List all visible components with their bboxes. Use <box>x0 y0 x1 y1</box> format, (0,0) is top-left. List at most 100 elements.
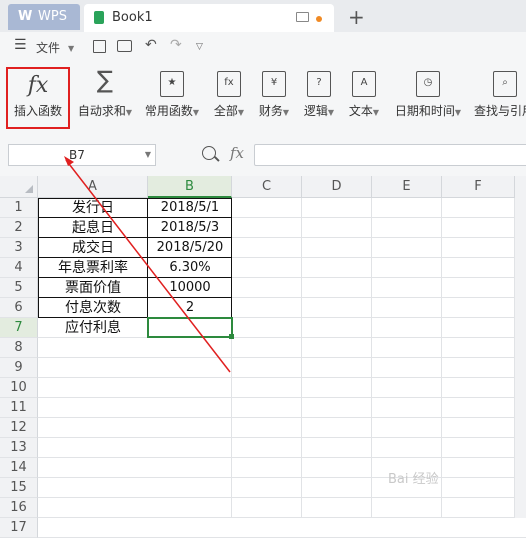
menu-bar: ☰ 文件 ▼ ↶ ↷ ▽ <box>0 32 526 62</box>
cell-b3[interactable]: 2018/5/20 <box>148 238 232 258</box>
row-header-13[interactable]: 13 <box>0 438 38 458</box>
quick-access-chevron-icon[interactable]: ▽ <box>196 42 203 52</box>
row-header-4[interactable]: 4 <box>0 258 38 278</box>
zoom-icon[interactable] <box>202 146 216 160</box>
cell-a4[interactable]: 年息票利率 <box>38 258 148 278</box>
all-fx-icon: fx <box>217 71 241 97</box>
column-header-c[interactable]: C <box>232 176 302 198</box>
undo-icon[interactable]: ↶ <box>145 37 157 53</box>
datetime-label: 日期和时间 <box>394 104 455 118</box>
wps-tab-label: WPS <box>38 9 67 24</box>
table-border-v <box>231 198 232 318</box>
row-header-16[interactable]: 16 <box>0 498 38 518</box>
cell-b1[interactable]: 2018/5/1 <box>148 198 232 218</box>
spreadsheet-grid[interactable]: ABCDEF 1 2 3 4 5 6 7 8 9 10 11 12 13 14 15 16 17 发行日 起息日成… <box>0 176 526 538</box>
row-header-10[interactable]: 10 <box>0 378 38 398</box>
cell-a7[interactable]: 应付利息 <box>38 318 148 338</box>
menu-icon[interactable]: ☰ <box>14 37 27 53</box>
row-gridline <box>38 357 526 358</box>
row-gridline <box>38 457 526 458</box>
text-functions-label: 文本 <box>348 104 373 118</box>
new-tab-button[interactable]: + <box>348 5 365 29</box>
cell-a3[interactable]: 成交日 <box>38 238 148 258</box>
table-border-h <box>38 198 232 199</box>
row-header-1[interactable]: 1 <box>0 198 38 218</box>
common-functions-button[interactable]: ★ 常用函数▼ <box>140 62 204 132</box>
row-gridline <box>38 437 526 438</box>
cell-a6[interactable]: 付息次数 <box>38 298 148 318</box>
formula-input[interactable] <box>254 144 526 166</box>
autosum-button[interactable]: ∑ 自动求和▼ <box>74 62 136 132</box>
file-menu[interactable]: 文件 <box>36 39 60 56</box>
column-header-e[interactable]: E <box>372 176 442 198</box>
monitor-icon[interactable] <box>296 12 309 22</box>
datetime-button[interactable]: ◷ 日期和时间▼ <box>390 62 466 132</box>
table-border-h <box>38 257 232 258</box>
row-header-7[interactable]: 7 <box>0 318 38 338</box>
row-gridline <box>38 497 526 498</box>
cell-b5[interactable]: 10000 <box>148 278 232 298</box>
text-functions-button[interactable]: A 文本▼ <box>344 62 384 132</box>
name-box-dropdown-icon[interactable]: ▼ <box>145 145 151 165</box>
logical-label: 逻辑 <box>303 104 328 118</box>
cell-b2[interactable]: 2018/5/3 <box>148 218 232 238</box>
redo-icon[interactable]: ↷ <box>170 37 182 53</box>
file-menu-chevron-icon[interactable]: ▼ <box>68 44 74 53</box>
cell-a2[interactable]: 起息日 <box>38 218 148 238</box>
active-cell-selection[interactable] <box>147 317 233 338</box>
name-box[interactable]: B7 ▼ <box>8 144 156 166</box>
row-gridline <box>38 417 526 418</box>
insert-function-label: 插入函数 <box>13 104 62 118</box>
wps-home-tab[interactable]: W WPS <box>8 4 80 30</box>
fill-handle[interactable] <box>229 334 234 339</box>
row-header-9[interactable]: 9 <box>0 358 38 378</box>
wps-logo-icon: W <box>18 9 33 24</box>
watermark: Bai 经验 <box>388 472 439 487</box>
cell-b6[interactable]: 2 <box>148 298 232 318</box>
all-functions-label: 全部 <box>213 104 238 118</box>
financial-button[interactable]: ¥ 财务▼ <box>254 62 294 132</box>
row-header-15[interactable]: 15 <box>0 478 38 498</box>
table-border-h <box>38 237 232 238</box>
column-gridline <box>441 198 442 518</box>
document-tab-book1[interactable]: Book1 <box>84 4 334 32</box>
column-header-d[interactable]: D <box>302 176 372 198</box>
unsaved-dot-icon <box>316 16 322 22</box>
select-all-corner[interactable] <box>0 176 38 198</box>
row-header-11[interactable]: 11 <box>0 398 38 418</box>
table-border-v <box>38 198 39 318</box>
save-icon[interactable] <box>93 40 106 53</box>
row-header-6[interactable]: 6 <box>0 298 38 318</box>
formula-fx-icon[interactable]: fx <box>230 144 244 162</box>
row-header-12[interactable]: 12 <box>0 418 38 438</box>
row-header-3[interactable]: 3 <box>0 238 38 258</box>
logical-button[interactable]: ? 逻辑▼ <box>298 62 340 132</box>
table-border-h <box>38 217 232 218</box>
row-header-14[interactable]: 14 <box>0 458 38 478</box>
all-functions-button[interactable]: fx 全部▼ <box>208 62 250 132</box>
yen-icon: ¥ <box>262 71 286 97</box>
document-tab-label: Book1 <box>112 10 153 25</box>
column-header-f[interactable]: F <box>442 176 515 198</box>
fx-icon: fx <box>27 73 49 98</box>
row-header-5[interactable]: 5 <box>0 278 38 298</box>
row-gridline <box>38 397 526 398</box>
print-icon[interactable] <box>117 40 132 52</box>
column-gridline <box>301 198 302 518</box>
column-header-a[interactable]: A <box>38 176 148 198</box>
row-header-2[interactable]: 2 <box>0 218 38 238</box>
row-header-8[interactable]: 8 <box>0 338 38 358</box>
column-header-b[interactable]: B <box>148 176 232 198</box>
table-border-h <box>38 277 232 278</box>
vertical-scrollbar[interactable] <box>515 176 526 518</box>
text-a-icon: A <box>352 71 376 97</box>
cell-a1[interactable]: 发行日 <box>38 198 148 218</box>
table-border-v <box>147 198 148 318</box>
formula-bar: B7 ▼ fx <box>0 132 526 176</box>
insert-function-button[interactable]: fx 插入函数 <box>6 67 70 129</box>
lookup-reference-button[interactable]: ⌕ 查找与引用 <box>470 62 526 132</box>
cell-b4[interactable]: 6.30% <box>148 258 232 278</box>
row-header-17[interactable]: 17 <box>0 518 38 538</box>
lookup-icon: ⌕ <box>493 71 517 97</box>
cell-a5[interactable]: 票面价值 <box>38 278 148 298</box>
